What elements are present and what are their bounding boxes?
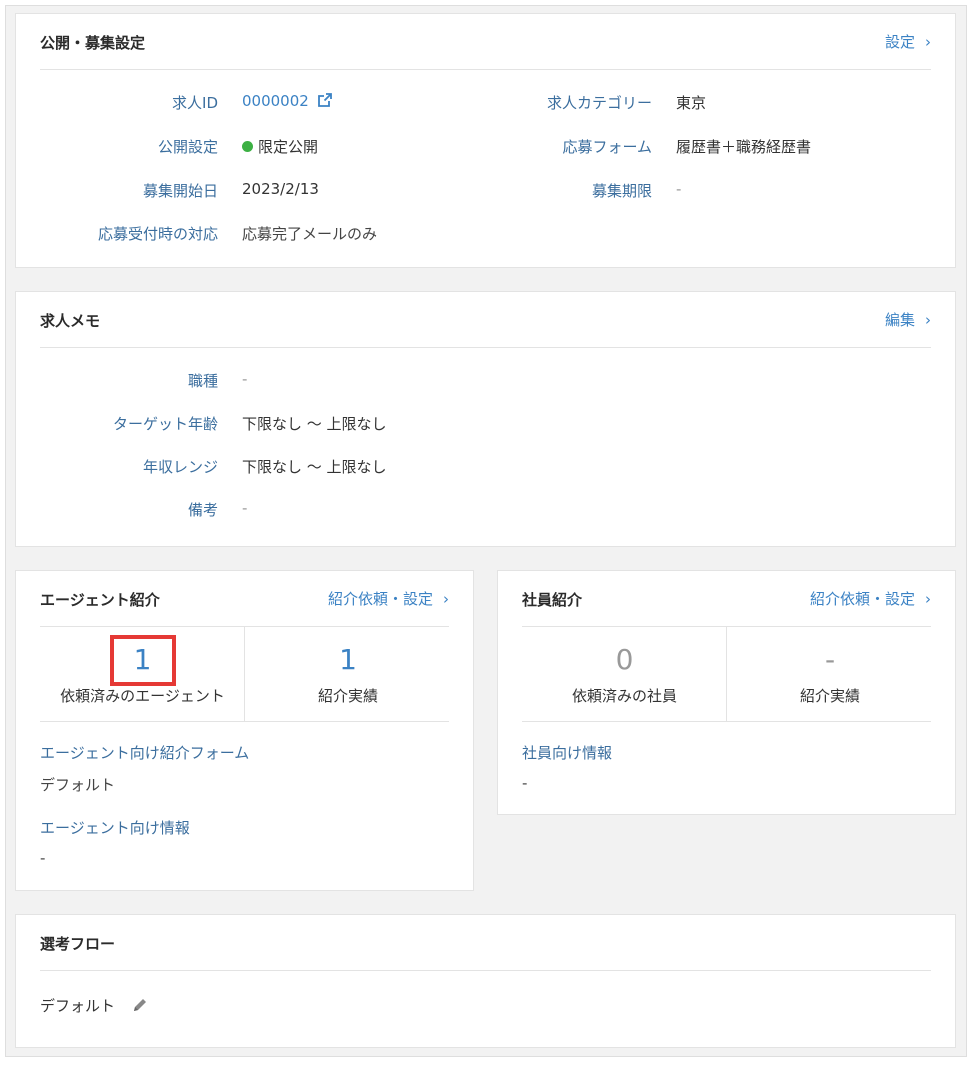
public-settings-card: 公開・募集設定 設定 › 求人ID 0000002 公開設定 限定公開 募集開始日… [15,13,956,268]
category-value: 東京 [676,94,707,112]
agent-info-value: - [40,849,46,867]
deadline-label: 募集期限 [591,182,652,200]
chevron-right-icon: › [443,590,449,608]
agent-requested-stat[interactable]: 1 依頼済みのエージェント [40,627,245,722]
occupation-row: 職種 - [16,370,957,392]
card-title: 求人メモ [40,312,101,330]
edit-link-label[interactable]: 編集 [885,311,915,329]
employee-info-value: - [522,774,528,792]
employee-requested-label: 依頼済みの社員 [571,687,677,705]
chevron-right-icon: › [925,590,931,608]
highlight-box [110,635,176,686]
occupation-label: 職種 [187,372,218,390]
occupation-value: - [242,370,248,388]
salary-row: 年収レンジ 下限なし ～ 上限なし [16,456,957,478]
card-title: 公開・募集設定 [40,34,146,52]
salary-label: 年収レンジ [142,458,218,476]
agent-results-count[interactable]: 1 [245,643,451,677]
card-header: エージェント紹介 紹介依頼・設定 › [40,571,449,627]
response-row: 応募受付時の対応 応募完了メールのみ [16,223,957,245]
agent-info-label: エージェント向け情報 [40,819,190,837]
card-header: 社員紹介 紹介依頼・設定 › [522,571,931,627]
form-value: 履歴書＋職務経歴書 [676,138,812,156]
agent-requested-label: 依頼済みのエージェント [60,687,225,705]
category-label: 求人カテゴリー [546,94,652,112]
card-header: 公開・募集設定 設定 › [40,14,931,70]
employee-results-label: 紹介実績 [799,687,860,705]
agent-form-value: デフォルト [40,776,116,794]
category-row: 求人カテゴリー 東京 [16,92,957,114]
edit-link[interactable]: 編集 › [885,309,931,330]
deadline-value: - [676,180,682,198]
selection-flow-card: 選考フロー デフォルト [15,914,956,1048]
notes-row: 備考 - [16,499,957,521]
employee-info-label: 社員向け情報 [522,744,613,762]
employee-request-link-label[interactable]: 紹介依頼・設定 [810,590,915,608]
age-value: 下限なし ～ 上限なし [242,415,387,433]
response-value: 応募完了メールのみ [242,225,378,243]
card-title: 選考フロー [40,935,116,953]
deadline-row: 募集期限 - [16,180,957,202]
response-label: 応募受付時の対応 [97,225,218,243]
employee-results-stat: - 紹介実績 [727,627,933,722]
age-label: ターゲット年齢 [112,415,218,433]
employee-requested-count: 0 [615,643,634,676]
card-title: エージェント紹介 [40,591,160,609]
card-title: 社員紹介 [522,591,583,609]
employee-requested-stat: 0 依頼済みの社員 [522,627,727,722]
form-row: 応募フォーム 履歴書＋職務経歴書 [16,136,957,158]
salary-value: 下限なし ～ 上限なし [242,458,387,476]
agent-request-link-label[interactable]: 紹介依頼・設定 [328,590,433,608]
settings-link[interactable]: 設定 › [885,31,931,52]
selection-flow-value: デフォルト [40,997,116,1015]
agent-request-link[interactable]: 紹介依頼・設定 › [328,588,449,609]
agent-results-label: 紹介実績 [317,687,378,705]
employee-referral-card: 社員紹介 紹介依頼・設定 › 0 依頼済みの社員 - 紹介実績 社員向け情報 - [497,570,956,815]
agent-form-label: エージェント向け紹介フォーム [40,744,250,762]
notes-value: - [242,499,248,517]
card-header: 選考フロー [40,915,931,971]
selection-flow-row: デフォルト [40,995,148,1017]
card-header: 求人メモ 編集 › [40,292,931,348]
age-row: ターゲット年齢 下限なし ～ 上限なし [16,413,957,435]
pencil-icon[interactable] [132,997,148,1017]
chevron-right-icon: › [925,33,931,51]
employee-request-link[interactable]: 紹介依頼・設定 › [810,588,931,609]
chevron-right-icon: › [925,311,931,329]
agent-results-stat[interactable]: 1 紹介実績 [245,627,451,722]
settings-link-label[interactable]: 設定 [885,33,915,51]
notes-label: 備考 [187,501,218,519]
agent-referral-card: エージェント紹介 紹介依頼・設定 › 1 依頼済みのエージェント 1 紹介実績 エ… [15,570,474,891]
job-memo-card: 求人メモ 編集 › 職種 - ターゲット年齢 下限なし ～ 上限なし 年収レンジ … [15,291,956,547]
form-label: 応募フォーム [562,138,652,156]
employee-results-count: - [824,643,836,676]
